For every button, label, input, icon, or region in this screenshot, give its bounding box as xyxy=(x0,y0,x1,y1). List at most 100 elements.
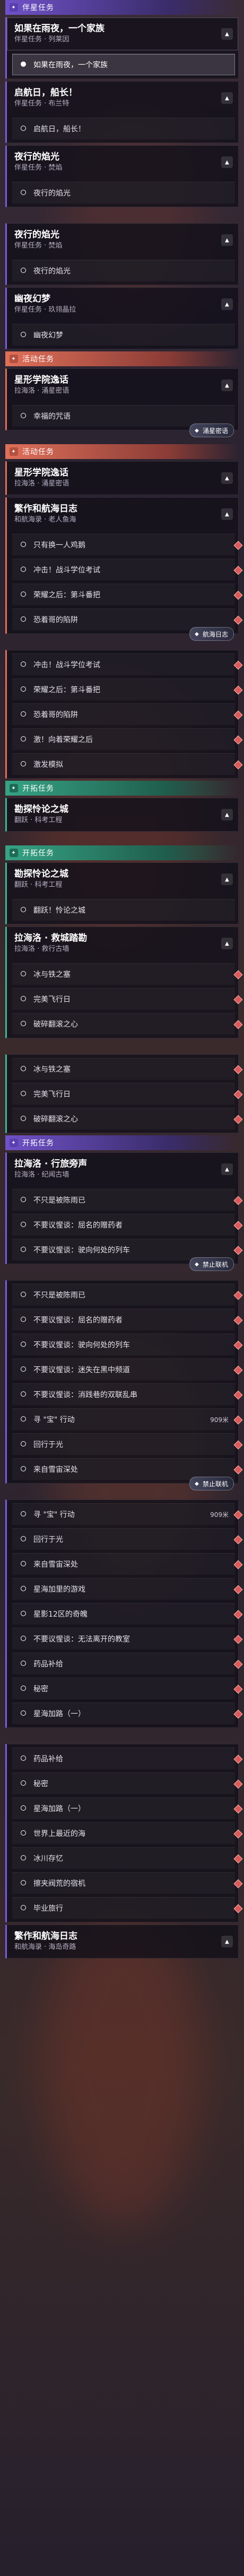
quest-step[interactable]: 秘密 xyxy=(12,1678,243,1699)
quest-step[interactable]: 不要议惺谈：无法离开的教室 xyxy=(12,1628,243,1649)
quest-card[interactable]: 幽夜幻梦 伴星任务 · 玖翎晶拉 ▲ 幽夜幻梦 xyxy=(5,287,239,349)
quest-step[interactable]: 激！向着荣耀之后 xyxy=(12,728,243,750)
quest-step[interactable]: 夜行的焰光 xyxy=(12,260,235,281)
quest-card[interactable]: 勘探怜论之城 翻跃 · 科考工程 ▲ 翻跃！怜论之城 xyxy=(5,862,239,924)
quest-card[interactable]: 星形学院逸话 拉海洛 · 涌星密语 ▲ xyxy=(5,461,239,495)
quest-step[interactable]: 只有换一人鸡鹅 xyxy=(12,534,243,555)
step-label: 秘密 xyxy=(33,1780,48,1788)
quest-step[interactable]: 毕业旅行 xyxy=(12,1897,243,1919)
quest-step[interactable]: 如果在雨夜，一个家族 xyxy=(12,54,235,75)
quest-step[interactable]: 寻 "宝" 行动 909米 xyxy=(12,1408,243,1430)
quest-step[interactable]: 荣耀之后：第斗番把 xyxy=(12,678,243,700)
quest-header[interactable]: 幽夜幻梦 伴星任务 · 玖翎晶拉 ▲ xyxy=(7,288,238,321)
category-header-trail[interactable]: ✦ 开拓任务 xyxy=(5,781,239,796)
quest-header[interactable]: 启航日，船长！ 伴星任务 · 布兰特 ▲ xyxy=(7,82,238,114)
quest-header[interactable]: 星形学院逸话 拉海洛 · 涌星密语 ▲ xyxy=(7,369,238,402)
quest-header[interactable]: 拉海洛 · 行旅旁声 拉海洛 · 纪闻古墙 ▲ xyxy=(7,1153,238,1186)
quest-step[interactable]: 恐着哥的陷阱 xyxy=(12,703,243,725)
quest-step[interactable]: 星海加路（一） xyxy=(12,1702,243,1724)
quest-step[interactable]: 回行于光 xyxy=(12,1433,243,1455)
quest-card[interactable]: 繁作和航海日志 和航海录 · 海岛奇路 ▲ xyxy=(5,1925,239,1959)
map-marker-icon xyxy=(233,970,243,980)
quest-card[interactable]: 药品补给秘密星海加路（一） 世界上最近的海 冰川存忆擦夹阀荒的宿机 毕业旅行 xyxy=(5,1744,243,1922)
quest-card[interactable]: 启航日，船长！ 伴星任务 · 布兰特 ▲ 启航日，船长！ xyxy=(5,81,239,143)
collapse-toggle-icon[interactable]: ▲ xyxy=(221,938,233,949)
collapse-toggle-icon[interactable]: ▲ xyxy=(221,156,233,168)
collapse-toggle-icon[interactable]: ▲ xyxy=(221,874,233,885)
quest-step[interactable]: 冰川存忆 xyxy=(12,1847,243,1869)
map-marker-icon xyxy=(233,1904,243,1913)
quest-step[interactable]: 破碎翻滚之心 xyxy=(12,1013,243,1035)
collapse-toggle-icon[interactable]: ▲ xyxy=(221,809,233,821)
quest-step[interactable]: 星海加路（一） xyxy=(12,1797,243,1819)
quest-card[interactable]: 拉海洛 · 救城踏勘 拉海洛 · 救行古墙 ▲ 冰与铁之塞完美飞行日破碎翻滚之心 xyxy=(5,927,243,1038)
quest-card[interactable]: 繁作和航海日志 和航海录 · 老人鱼海 ▲ 只有换一人鸡鹅 冲击！战斗学位考试荣耀之后：… xyxy=(5,497,243,641)
quest-header[interactable]: 勘探怜论之城 翻跃 · 科考工程 ▲ xyxy=(7,863,238,896)
collapse-toggle-icon[interactable]: ▲ xyxy=(221,472,233,484)
collapse-toggle-icon[interactable]: ▲ xyxy=(221,298,233,310)
quest-step[interactable]: 幽夜幻梦 xyxy=(12,324,235,346)
quest-card[interactable]: 冲击！战斗学位考试 荣耀之后：第斗番把 恐着哥的陷阱 激！向着荣耀之后 激发模拟 xyxy=(5,650,243,779)
quest-card[interactable]: 星形学院逸话 拉海洛 · 涌星密语 ▲ 幸福的咒语 ◆ 涌星密语 xyxy=(5,368,239,437)
quest-card[interactable]: 拉海洛 · 行旅旁声 拉海洛 · 纪闻古墙 ▲ 不只是被陈雨已 不要议惺谈：屈名的赠药者… xyxy=(5,1152,243,1271)
quest-step[interactable]: 启航日，船长！ xyxy=(12,118,235,139)
step-label: 荣耀之后：第斗番把 xyxy=(33,591,100,599)
quest-header[interactable]: 繁作和航海日志 和航海录 · 海岛奇路 ▲ xyxy=(7,1925,238,1958)
quest-header[interactable]: 夜行的焰光 伴星任务 · 焚焰 ▲ xyxy=(7,224,238,257)
category-header-event[interactable]: ✦ 活动任务 xyxy=(5,351,239,366)
collapse-toggle-icon[interactable]: ▲ xyxy=(221,1163,233,1175)
category-header-companion[interactable]: ✦ 伴星任务 xyxy=(5,0,239,15)
quest-step[interactable]: 擦夹阀荒的宿机 xyxy=(12,1872,243,1894)
quest-header[interactable]: 勘探怜论之城 翻跃 · 科考工程 ▲ xyxy=(7,798,238,831)
quest-step[interactable]: 完美飞行日 xyxy=(12,988,243,1010)
collapse-toggle-icon[interactable]: ▲ xyxy=(221,380,233,391)
quest-header[interactable]: 繁作和航海日志 和航海录 · 老人鱼海 ▲ xyxy=(7,498,238,531)
quest-step[interactable]: 冲击！战斗学位考试 xyxy=(12,654,243,675)
quest-step[interactable]: 冰与铁之塞 xyxy=(12,1058,243,1080)
category-header-trail[interactable]: ✦ 开拓任务 xyxy=(5,845,239,860)
category-header-pioneer[interactable]: ✦ 开拓任务 xyxy=(5,1135,239,1150)
collapse-toggle-icon[interactable]: ▲ xyxy=(221,28,233,40)
quest-step[interactable]: 药品补给 xyxy=(12,1653,243,1674)
quest-step[interactable]: 激发模拟 xyxy=(12,753,243,775)
quest-step[interactable]: 不要议惺谈：屈名的赠药者 xyxy=(12,1309,243,1330)
quest-step[interactable]: 世界上最近的海 xyxy=(12,1822,243,1844)
quest-step[interactable]: 药品补给 xyxy=(12,1748,243,1769)
quest-header[interactable]: 星形学院逸话 拉海洛 · 涌星密语 ▲ xyxy=(7,462,238,495)
quest-card[interactable]: 夜行的焰光 伴星任务 · 焚焰 ▲ 夜行的焰光 xyxy=(5,145,239,207)
quest-header[interactable]: 拉海洛 · 救城踏勘 拉海洛 · 救行古墙 ▲ xyxy=(7,927,238,960)
quest-title: 幽夜幻梦 xyxy=(14,294,50,304)
quest-step[interactable]: 不要议惺谈：迷失在黑中频道 xyxy=(12,1358,243,1380)
quest-step[interactable]: 星影12区的奇魄 xyxy=(12,1603,243,1625)
quest-step[interactable]: 不只是被陈雨已 xyxy=(12,1284,243,1305)
quest-step[interactable]: 冲击！战斗学位考试 xyxy=(12,559,243,580)
quest-card[interactable]: 寻 "宝" 行动 909米 回行于光来自雪宙深处 星海加里的游戏 星影12区的奇魄 不要议… xyxy=(5,1499,243,1728)
quest-step[interactable]: 夜行的焰光 xyxy=(12,182,235,204)
category-header-event[interactable]: ✦ 活动任务 xyxy=(5,444,239,459)
quest-step[interactable]: 破碎翻滚之心 xyxy=(12,1108,243,1130)
quest-header[interactable]: 夜行的焰光 伴星任务 · 焚焰 ▲ xyxy=(7,146,238,179)
quest-card[interactable]: 勘探怜论之城 翻跃 · 科考工程 ▲ xyxy=(5,798,239,832)
quest-step[interactable]: 星海加里的游戏 xyxy=(12,1578,243,1600)
quest-step[interactable]: 不只是被陈雨已 xyxy=(12,1189,243,1211)
quest-step[interactable]: 完美飞行日 xyxy=(12,1083,243,1105)
quest-step[interactable]: 翻跃！怜论之城 xyxy=(12,899,235,921)
quest-card[interactable]: 不只是被陈雨已 不要议惺谈：屈名的赠药者 不要议惺谈：驶向何处的列车 不要议惺谈：迷失… xyxy=(5,1280,243,1490)
quest-step[interactable]: 冰与铁之塞 xyxy=(12,963,243,985)
quest-step[interactable]: 寻 "宝" 行动 909米 xyxy=(12,1503,243,1525)
quest-step[interactable]: 来自雪宙深处 xyxy=(12,1553,243,1575)
quest-step[interactable]: 不要议惺谈：驶向何处的列车 xyxy=(12,1334,243,1355)
quest-step[interactable]: 秘密 xyxy=(12,1772,243,1794)
collapse-toggle-icon[interactable]: ▲ xyxy=(221,1936,233,1947)
collapse-toggle-icon[interactable]: ▲ xyxy=(221,234,233,246)
quest-step[interactable]: 不要议惺谈：屈名的赠药者 xyxy=(12,1214,243,1236)
quest-card[interactable]: 冰与铁之塞完美飞行日破碎翻滚之心 xyxy=(5,1054,243,1133)
quest-step[interactable]: 不要议惺谈：消践巷的双联乱串 xyxy=(12,1383,243,1405)
quest-card[interactable]: 夜行的焰光 伴星任务 · 焚焰 ▲ 夜行的焰光 xyxy=(5,223,239,285)
collapse-toggle-icon[interactable]: ▲ xyxy=(221,508,233,520)
quest-step[interactable]: 回行于光 xyxy=(12,1528,243,1550)
quest-step[interactable]: 荣耀之后：第斗番把 xyxy=(12,584,243,605)
quest-header[interactable]: 如果在雨夜，一个家族 伴星任务 · 列莱因 ▲ xyxy=(7,17,238,50)
collapse-toggle-icon[interactable]: ▲ xyxy=(221,92,233,104)
quest-card[interactable]: 如果在雨夜，一个家族 伴星任务 · 列莱因 ▲ 如果在雨夜，一个家族 xyxy=(5,17,239,79)
